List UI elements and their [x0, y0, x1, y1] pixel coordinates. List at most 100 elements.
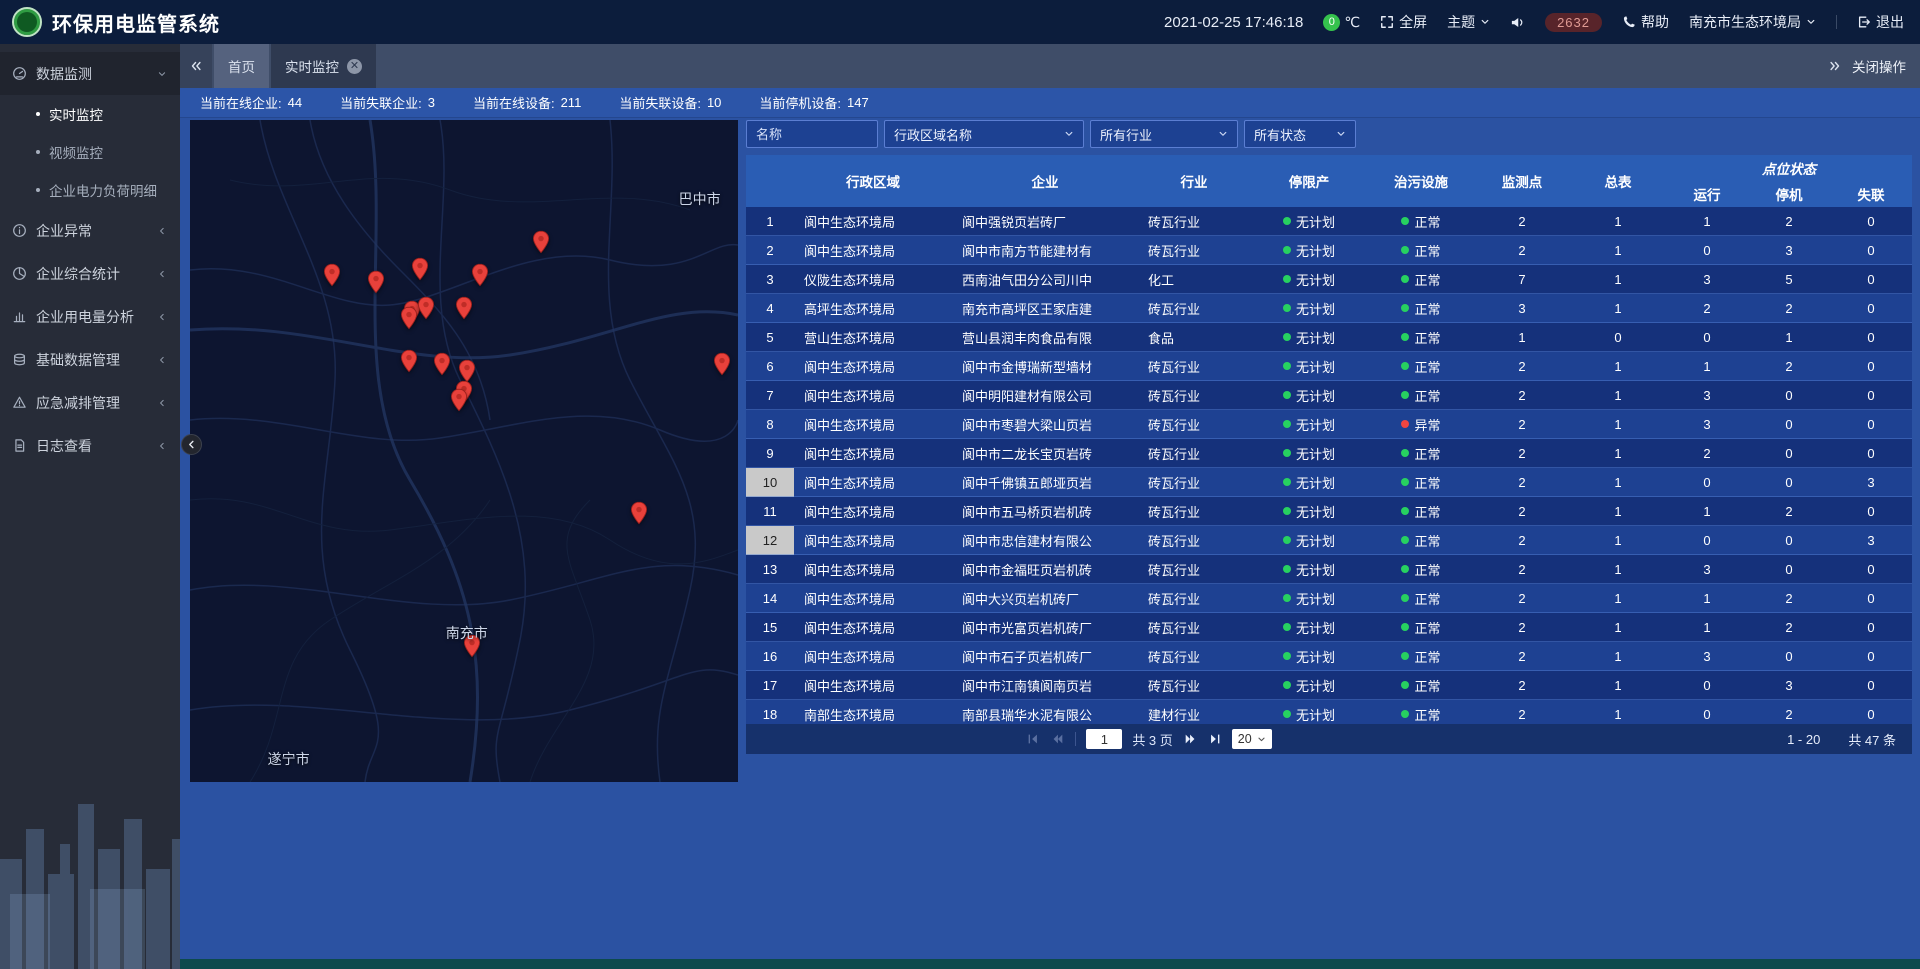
cell-running: 0	[1666, 700, 1748, 724]
sidebar-item-1[interactable]: 企业异常	[0, 209, 180, 252]
cell-offline: 0	[1830, 613, 1912, 642]
cell-region: 阆中生态环境局	[794, 352, 952, 381]
logout-button[interactable]: 退出	[1857, 12, 1904, 32]
map-pin-icon[interactable]	[433, 352, 451, 381]
sidebar-subitem-0-2[interactable]: 企业电力负荷明细	[0, 171, 180, 209]
app-title: 环保用电监管系统	[52, 8, 220, 37]
cell-industry: 砖瓦行业	[1138, 555, 1250, 584]
sidebar-item-0[interactable]: 数据监测	[0, 52, 180, 95]
map-pin-icon[interactable]	[400, 349, 418, 378]
table-row[interactable]: 10阆中生态环境局阆中千佛镇五郎垭页岩砖瓦行业无计划正常21003	[746, 468, 1912, 497]
name-filter-input[interactable]	[746, 120, 878, 148]
next-page-button[interactable]	[1183, 732, 1198, 746]
table-row[interactable]: 8阆中生态环境局阆中市枣碧大梁山页岩砖瓦行业无计划异常21300	[746, 410, 1912, 439]
help-button[interactable]: 帮助	[1622, 12, 1669, 32]
table-row[interactable]: 16阆中生态环境局阆中市石子页岩机砖厂砖瓦行业无计划正常21300	[746, 642, 1912, 671]
close-tab-icon[interactable]: ✕	[347, 59, 362, 74]
table-row[interactable]: 5营山生态环境局营山县润丰肉食品有限食品无计划正常10010	[746, 323, 1912, 352]
map-pin-icon[interactable]	[532, 230, 550, 259]
status-dot-green	[1283, 333, 1291, 341]
map-pin-icon[interactable]	[471, 263, 489, 292]
region-filter-select[interactable]: 行政区域名称	[884, 120, 1084, 148]
alert-count-badge[interactable]: 2632	[1545, 13, 1602, 32]
status-filter-select[interactable]: 所有状态	[1244, 120, 1356, 148]
fullscreen-button[interactable]: 全屏	[1380, 12, 1427, 32]
cell-limit: 无计划	[1250, 468, 1368, 497]
theme-dropdown[interactable]: 主题	[1447, 12, 1490, 32]
temperature-value: 0	[1323, 14, 1340, 31]
table-row[interactable]: 1阆中生态环境局阆中强锐页岩砖厂砖瓦行业无计划正常21120	[746, 207, 1912, 236]
prev-page-button[interactable]	[1050, 732, 1065, 746]
sidebar-item-4[interactable]: 基础数据管理	[0, 338, 180, 381]
cell-stopped: 2	[1748, 584, 1830, 613]
cell-industry: 砖瓦行业	[1138, 671, 1250, 700]
map-pin-icon[interactable]	[630, 501, 648, 530]
row-index: 13	[746, 555, 794, 584]
table-row[interactable]: 17阆中生态环境局阆中市江南镇阆南页岩砖瓦行业无计划正常21030	[746, 671, 1912, 700]
table-row[interactable]: 6阆中生态环境局阆中市金博瑞新型墙材砖瓦行业无计划正常21120	[746, 352, 1912, 381]
table-row[interactable]: 4高坪生态环境局南充市高坪区王家店建砖瓦行业无计划正常31220	[746, 294, 1912, 323]
table-row[interactable]: 7阆中生态环境局阆中明阳建材有限公司砖瓦行业无计划正常21300	[746, 381, 1912, 410]
cell-industry: 砖瓦行业	[1138, 352, 1250, 381]
cell-meters: 1	[1570, 497, 1666, 526]
tabs-scroll-left-button[interactable]	[180, 44, 212, 88]
cell-points: 2	[1474, 700, 1570, 724]
sidebar-item-3[interactable]: 企业用电量分析	[0, 295, 180, 338]
status-dot-green	[1283, 507, 1291, 515]
cell-facility: 正常	[1368, 265, 1474, 294]
map[interactable]: 巴中市南充市遂宁市	[190, 120, 738, 782]
cell-meters: 1	[1570, 642, 1666, 671]
org-dropdown[interactable]: 南充市生态环境局	[1689, 12, 1816, 32]
bar-chart-icon	[12, 309, 27, 324]
page-size-select[interactable]: 20	[1232, 729, 1272, 749]
sidebar-item-6[interactable]: 日志查看	[0, 424, 180, 467]
sidebar-item-5[interactable]: 应急减排管理	[0, 381, 180, 424]
col-limit: 停限产	[1250, 155, 1368, 207]
cell-region: 阆中生态环境局	[794, 207, 952, 236]
page-number-input[interactable]	[1086, 729, 1122, 749]
sidebar-subitem-0-0[interactable]: 实时监控	[0, 95, 180, 133]
tab-0[interactable]: 首页	[214, 44, 269, 88]
tab-1[interactable]: 实时监控✕	[271, 44, 376, 88]
double-chevron-right-icon[interactable]	[1828, 59, 1842, 73]
industry-filter-value: 所有行业	[1100, 125, 1152, 144]
map-pin-icon[interactable]	[323, 263, 341, 292]
stat-item-1: 当前失联企业:3	[340, 93, 435, 112]
map-pin-icon[interactable]	[411, 257, 429, 286]
table-row[interactable]: 13阆中生态环境局阆中市金福旺页岩机砖砖瓦行业无计划正常21300	[746, 555, 1912, 584]
row-index: 8	[746, 410, 794, 439]
announcement-icon[interactable]	[1510, 15, 1525, 30]
map-pin-icon[interactable]	[367, 270, 385, 299]
cell-stopped: 2	[1748, 613, 1830, 642]
map-pin-icon[interactable]	[400, 306, 418, 335]
last-page-button[interactable]	[1208, 732, 1222, 746]
map-pin-icon[interactable]	[713, 352, 731, 381]
cell-stopped: 3	[1748, 671, 1830, 700]
close-operations-button[interactable]: 关闭操作	[1852, 56, 1906, 76]
table-row[interactable]: 9阆中生态环境局阆中市二龙长宝页岩砖砖瓦行业无计划正常21200	[746, 439, 1912, 468]
table-row[interactable]: 15阆中生态环境局阆中市光富页岩机砖厂砖瓦行业无计划正常21120	[746, 613, 1912, 642]
cell-meters: 1	[1570, 526, 1666, 555]
cell-facility: 正常	[1368, 294, 1474, 323]
sidebar-item-2[interactable]: 企业综合统计	[0, 252, 180, 295]
map-pin-icon[interactable]	[455, 296, 473, 325]
table-row[interactable]: 14阆中生态环境局阆中大兴页岩机砖厂砖瓦行业无计划正常21120	[746, 584, 1912, 613]
cell-facility: 正常	[1368, 555, 1474, 584]
table-row[interactable]: 18南部生态环境局南部县瑞华水泥有限公建材行业无计划正常21020	[746, 700, 1912, 724]
help-label: 帮助	[1641, 12, 1669, 32]
footer-strip	[180, 959, 1920, 969]
status-dot-green	[1283, 217, 1291, 225]
sidebar-subitem-0-1[interactable]: 视频监控	[0, 133, 180, 171]
stat-label: 当前失联设备:	[619, 93, 701, 112]
industry-filter-select[interactable]: 所有行业	[1090, 120, 1238, 148]
table-row[interactable]: 12阆中生态环境局阆中市忠信建材有限公砖瓦行业无计划正常21003	[746, 526, 1912, 555]
table-row[interactable]: 3仪陇生态环境局西南油气田分公司川中化工无计划正常71350	[746, 265, 1912, 294]
table-row[interactable]: 2阆中生态环境局阆中市南方节能建材有砖瓦行业无计划正常21030	[746, 236, 1912, 265]
map-pin-icon[interactable]	[450, 388, 468, 417]
first-page-button[interactable]	[1026, 732, 1040, 746]
cell-company: 营山县润丰肉食品有限	[952, 323, 1138, 352]
map-pin-icon[interactable]	[417, 296, 435, 325]
cell-industry: 砖瓦行业	[1138, 294, 1250, 323]
table-row[interactable]: 11阆中生态环境局阆中市五马桥页岩机砖砖瓦行业无计划正常21120	[746, 497, 1912, 526]
cell-points: 1	[1474, 323, 1570, 352]
